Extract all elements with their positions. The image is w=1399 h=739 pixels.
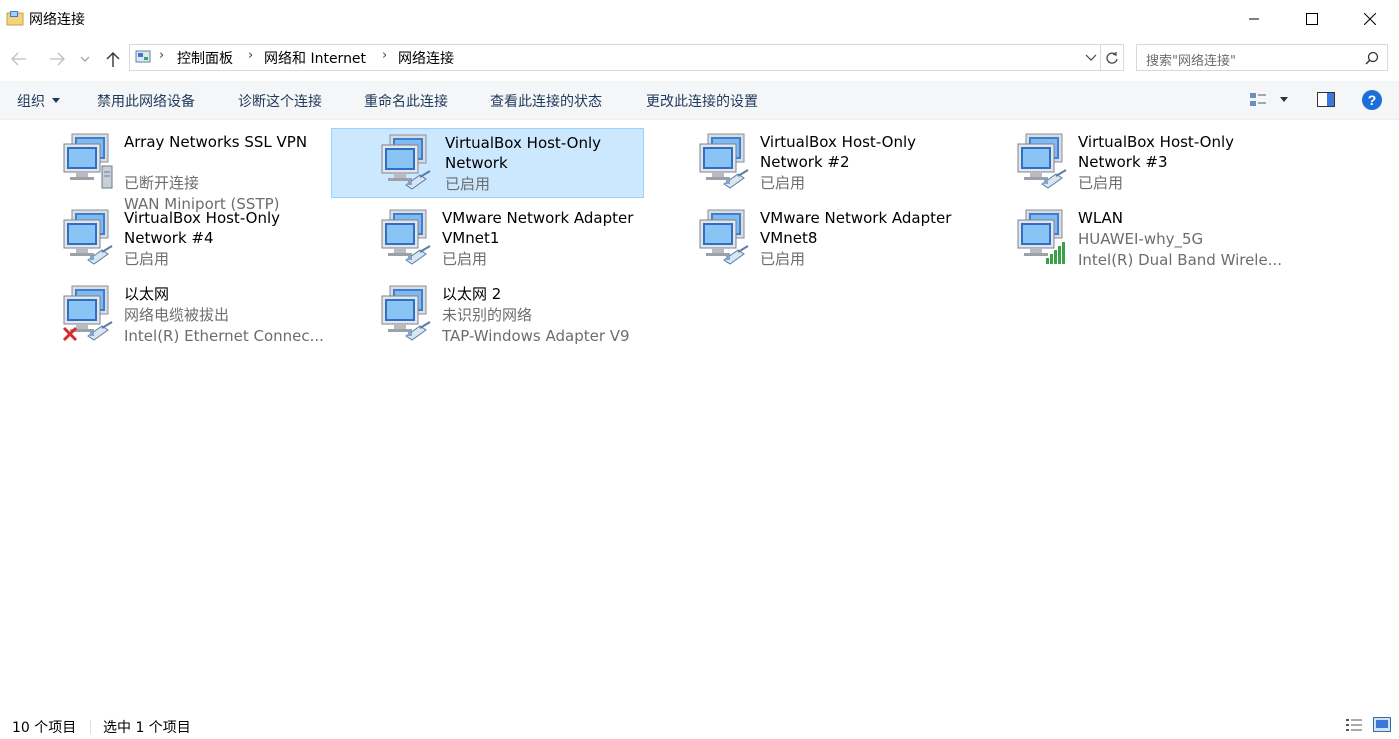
view-options-icon[interactable] [1249,91,1267,109]
connection-name: VirtualBox Host-Only Network #2 [760,133,917,171]
status-bar: 10 个项目 选中 1 个项目 [0,712,1399,739]
view-status-button[interactable]: 查看此连接的状态 [490,91,602,111]
connection-name: VMware Network Adapter VMnet8 [760,209,952,247]
forward-button[interactable] [46,49,68,69]
forward-arrow-icon [50,52,65,66]
organize-button[interactable]: 组织 [17,91,45,111]
connection-item[interactable]: VirtualBox Host-Only Network 已启用 [331,128,644,198]
breadcrumb-control-panel[interactable]: 控制面板 [177,48,233,68]
connection-status: 已启用 [124,250,170,268]
network-cable-icon [1016,132,1068,190]
disable-device-button[interactable]: 禁用此网络设备 [97,91,195,111]
close-icon [1364,13,1376,25]
maximize-icon [1306,13,1318,25]
refresh-icon [1106,51,1118,64]
network-cable-icon [380,133,432,191]
organize-label: 组织 [17,94,45,110]
connection-item[interactable]: VirtualBox Host-Only Network #4 已启用 [58,204,370,274]
vpn-network-icon [62,132,114,190]
connection-status: 已断开连接 [124,174,200,192]
connection-name: VirtualBox Host-Only Network [445,134,602,172]
connection-item[interactable]: VirtualBox Host-Only Network #3 已启用 [1012,128,1324,198]
connection-status: 已启用 [760,250,806,268]
connection-name: VirtualBox Host-Only Network #4 [124,209,281,247]
connection-status: 网络电缆被拔出 [124,306,230,324]
preview-pane-icon[interactable] [1317,92,1335,108]
network-cable-icon [380,284,432,342]
connection-item[interactable]: VirtualBox Host-Only Network #2 已启用 [694,128,1006,198]
connection-name: WLAN [1078,209,1124,227]
item-count: 10 个项目 [12,720,77,736]
search-input[interactable]: 搜索"网络连接" [1136,44,1388,71]
minimize-icon [1249,18,1259,20]
connection-status: HUAWEI-why_5G [1078,230,1204,248]
breadcrumb-separator: › [248,48,254,63]
connection-device: Intel(R) Ethernet Connec... [124,327,324,345]
back-button[interactable] [8,49,30,69]
connection-item[interactable]: 以太网 2 未识别的网络 TAP-Windows Adapter V9 [376,280,688,350]
network-cable-icon [62,208,114,266]
details-view-icon[interactable] [1345,718,1363,732]
breadcrumb-network-internet[interactable]: 网络和 Internet [264,48,366,68]
svg-text:?: ? [1368,92,1377,108]
connection-name: 以太网 [124,285,170,303]
maximize-button[interactable] [1283,0,1341,38]
window-title: 网络连接 [29,12,85,28]
search-placeholder: 搜索"网络连接" [1146,54,1236,69]
command-bar: 组织 禁用此网络设备 诊断这个连接 重命名此连接 查看此连接的状态 更改此连接的… [0,81,1399,120]
network-cable-icon [380,208,432,266]
recent-locations-button[interactable] [78,49,92,69]
chevron-down-icon [80,56,90,62]
connection-status: 已启用 [1078,174,1124,192]
connection-device: TAP-Windows Adapter V9 [442,327,630,345]
search-icon[interactable] [1365,51,1379,65]
close-button[interactable] [1341,0,1399,38]
control-panel-icon [135,50,151,63]
connection-item[interactable]: 以太网网络电缆被拔出 Intel(R) Ethernet Connec... [58,280,370,350]
connection-name: VirtualBox Host-Only Network #3 [1078,133,1235,171]
connection-status: 未识别的网络 [442,306,533,324]
wifi-signal-icon [1016,208,1068,266]
organize-dropdown-icon [52,98,60,103]
up-button[interactable] [102,49,124,69]
network-cable-icon [698,132,750,190]
change-settings-button[interactable]: 更改此连接的设置 [646,91,758,111]
back-arrow-icon [11,52,26,66]
rename-connection-button[interactable]: 重命名此连接 [364,91,448,111]
connection-status: 已启用 [442,250,488,268]
diagnose-connection-button[interactable]: 诊断这个连接 [238,91,322,111]
connection-item[interactable]: VMware Network Adapter VMnet1 已启用 [376,204,688,274]
connection-name: 以太网 2 [442,285,502,303]
connection-status: 已启用 [445,175,491,193]
status-divider [90,720,91,734]
connection-device: Intel(R) Dual Band Wirele... [1078,251,1283,269]
connection-name: Array Networks SSL VPN [124,133,308,151]
network-cable-icon [698,208,750,266]
up-arrow-icon [106,52,120,67]
connection-item[interactable]: WLAN HUAWEI-why_5G Intel(R) Dual Band Wire… [1012,204,1324,274]
breadcrumb-separator: › [382,48,388,63]
network-disconnected-icon [62,284,114,342]
address-dropdown-icon[interactable] [1085,54,1097,62]
selected-count: 选中 1 个项目 [103,720,191,736]
minimize-button[interactable] [1225,0,1283,38]
connection-status: 已启用 [760,174,806,192]
connection-name: VMware Network Adapter VMnet1 [442,209,634,247]
title-bar: 网络连接 [0,0,1399,38]
large-icons-view-icon[interactable] [1373,717,1391,732]
breadcrumb-network-connections[interactable]: 网络连接 [398,48,454,68]
help-icon[interactable]: ? [1361,89,1383,111]
connection-item[interactable]: Array Networks SSL VPN 已断开连接 WAN Miniport … [58,128,370,213]
view-dropdown-icon[interactable] [1280,97,1288,102]
network-folder-icon [6,11,24,26]
connection-item[interactable]: VMware Network Adapter VMnet8 已启用 [694,204,1006,274]
breadcrumb-separator: › [159,48,165,63]
refresh-button[interactable] [1101,44,1124,71]
